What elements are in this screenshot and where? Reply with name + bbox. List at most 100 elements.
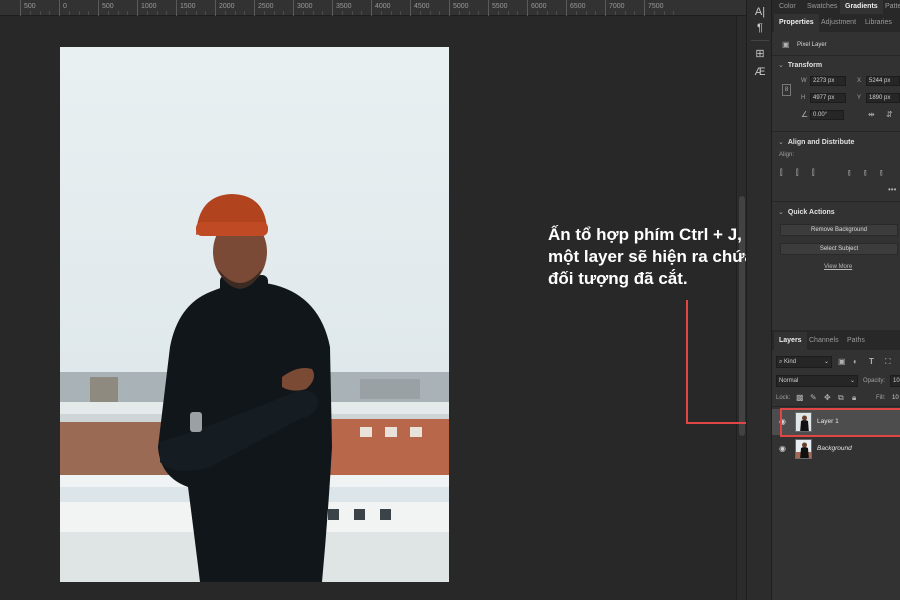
- tab-swatches[interactable]: Swatches: [802, 0, 842, 14]
- filter-type-icon[interactable]: T: [869, 358, 874, 366]
- ruler-minor-tick: [429, 11, 431, 15]
- quick-actions-section-title[interactable]: ⌄ Quick Actions: [778, 208, 835, 216]
- height-field[interactable]: 4977 px: [810, 93, 846, 103]
- paragraph-icon[interactable]: ¶: [752, 20, 768, 36]
- ruler-minor-tick: [419, 11, 421, 15]
- ruler-minor-tick: [39, 11, 41, 15]
- fill-value[interactable]: 10: [892, 395, 899, 401]
- properties-icon[interactable]: ⊞: [752, 46, 768, 62]
- ruler-minor-tick: [390, 11, 392, 15]
- tab-libraries[interactable]: Libraries: [860, 14, 897, 32]
- ruler-tick: 0: [59, 0, 67, 16]
- ruler-tick-label: 2500: [258, 3, 274, 10]
- filter-adjustment-icon[interactable]: ◐: [853, 358, 858, 366]
- glyphs-icon[interactable]: Æ: [752, 64, 768, 80]
- opacity-field[interactable]: 10: [890, 375, 900, 387]
- ruler-minor-tick: [361, 11, 363, 15]
- layers-panel: Layers Channels Paths ⌕ Kind ⌄ ▣ ◐ T ⛶ No…: [772, 332, 900, 600]
- document-photo[interactable]: [60, 47, 449, 582]
- ruler-tick: 2500: [254, 0, 274, 16]
- ruler-tick: 2000: [215, 0, 235, 16]
- angle-field[interactable]: 0.00°: [810, 110, 844, 120]
- tab-patterns[interactable]: Patte: [880, 0, 900, 14]
- ruler-minor-tick: [29, 11, 31, 15]
- tab-layers[interactable]: Layers: [774, 332, 807, 350]
- tab-adjustments[interactable]: Adjustment: [816, 14, 861, 32]
- ruler-tick: 7000: [605, 0, 625, 16]
- align-center-h-icon[interactable]: ⫿: [796, 169, 799, 177]
- tab-channels[interactable]: Channels: [804, 332, 844, 350]
- filter-kind-value: Kind: [784, 359, 797, 365]
- y-field[interactable]: 1890 px: [866, 93, 900, 103]
- photo-illustration: [60, 47, 449, 582]
- flip-vertical-icon[interactable]: ⇵: [886, 111, 893, 119]
- align-section-title[interactable]: ⌄ Align and Distribute: [778, 138, 854, 146]
- ruler-tick: 7500: [644, 0, 664, 16]
- ruler-minor-tick: [546, 11, 548, 15]
- ruler-minor-tick: [78, 11, 80, 15]
- ruler-minor-tick: [49, 11, 51, 15]
- align-left-icon[interactable]: ⫿: [780, 169, 783, 177]
- ruler-minor-tick: [117, 11, 119, 15]
- blend-mode-select[interactable]: Normal ⌄: [776, 375, 858, 387]
- ruler-minor-tick: [458, 11, 460, 15]
- character-icon[interactable]: A|: [752, 4, 768, 20]
- tab-color[interactable]: Color: [774, 0, 801, 14]
- link-icon[interactable]: 8: [782, 84, 791, 96]
- flip-horizontal-icon[interactable]: ⇹: [868, 111, 875, 119]
- align-right-icon[interactable]: ⫿: [812, 169, 815, 177]
- tab-gradients[interactable]: Gradients: [840, 0, 883, 14]
- ruler-minor-tick: [517, 11, 519, 15]
- x-field[interactable]: 5244 px: [866, 76, 900, 86]
- ruler-minor-tick: [497, 11, 499, 15]
- select-subject-button[interactable]: Select Subject: [780, 243, 898, 255]
- canvas-vertical-scrollbar[interactable]: [736, 16, 746, 600]
- ruler-minor-tick: [68, 11, 70, 15]
- ruler-tick: 5000: [449, 0, 469, 16]
- h-label: H: [801, 95, 806, 101]
- lock-all-icon[interactable]: 🔒︎: [852, 394, 856, 402]
- ruler-tick-label: 6000: [531, 3, 547, 10]
- ruler-minor-tick: [166, 11, 168, 15]
- ruler-tick: 5500: [488, 0, 508, 16]
- pointer-arrow-vertical: [686, 300, 688, 424]
- angle-icon: ∠: [801, 110, 809, 119]
- chevron-down-icon: ⌄: [849, 378, 855, 384]
- align-top-icon[interactable]: ⫾: [848, 169, 851, 177]
- transform-section-title[interactable]: ⌄ Transform: [778, 61, 822, 69]
- horizontal-ruler[interactable]: 500 0 500 1000 1500 2000 2500 3000 3500 4000 4500 5…: [0, 0, 746, 16]
- visibility-toggle-icon[interactable]: ◉: [779, 444, 788, 453]
- ruler-minor-tick: [400, 11, 402, 15]
- layer-filter-kind[interactable]: ⌕ Kind ⌄: [776, 356, 832, 368]
- lock-artboard-icon[interactable]: ⧉: [838, 394, 844, 402]
- ruler-minor-tick: [185, 11, 187, 15]
- ruler-tick-label: 0: [63, 3, 67, 10]
- ruler-tick-label: 3500: [336, 3, 352, 10]
- remove-background-button[interactable]: Remove Background: [780, 224, 898, 236]
- ruler-minor-tick: [263, 11, 265, 15]
- ruler-minor-tick: [507, 11, 509, 15]
- ruler-minor-tick: [634, 11, 636, 15]
- ruler-minor-tick: [302, 11, 304, 15]
- lock-transparent-icon[interactable]: ▩: [796, 394, 804, 402]
- tab-paths[interactable]: Paths: [842, 332, 870, 350]
- ruler-minor-tick: [127, 11, 129, 15]
- layer-row-background[interactable]: ◉ Background: [772, 436, 900, 462]
- more-options-icon[interactable]: •••: [888, 186, 896, 194]
- view-more-link[interactable]: View More: [824, 264, 852, 270]
- ruler-minor-tick: [341, 11, 343, 15]
- filter-shape-icon[interactable]: ⛶: [885, 358, 891, 366]
- lock-position-icon[interactable]: ✥: [824, 394, 831, 402]
- width-field[interactable]: 2273 px: [810, 76, 846, 86]
- align-bottom-icon[interactable]: ⫾: [880, 169, 883, 177]
- lock-image-icon[interactable]: ✎: [810, 394, 817, 402]
- tab-properties[interactable]: Properties: [774, 14, 819, 32]
- layer-name[interactable]: Background: [817, 445, 852, 452]
- color-panel-group: Color Swatches Gradients Patte: [772, 0, 900, 14]
- align-middle-icon[interactable]: ⫾: [864, 169, 867, 177]
- ruler-minor-tick: [312, 11, 314, 15]
- filter-pixel-icon[interactable]: ▣: [838, 358, 846, 366]
- photoshop-window: 500 0 500 1000 1500 2000 2500 3000 3500 4000 4500 5…: [0, 0, 900, 600]
- ruler-tick-label: 4000: [375, 3, 391, 10]
- ruler-tick: 500: [98, 0, 114, 16]
